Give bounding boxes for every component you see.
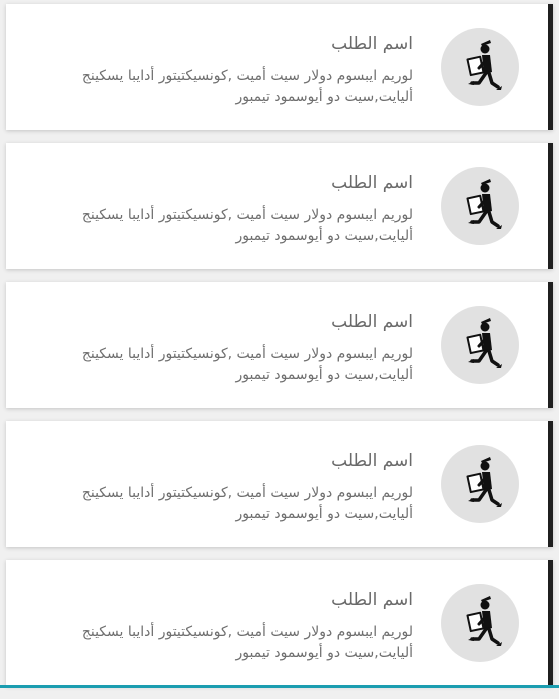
- avatar: [441, 167, 519, 245]
- request-title: اسم الطلب: [331, 451, 413, 471]
- avatar: [441, 28, 519, 106]
- request-card[interactable]: اسم الطلب لوريم ايبسوم دولار سيت أميت ,ك…: [6, 560, 553, 686]
- request-title: اسم الطلب: [331, 590, 413, 610]
- request-title: اسم الطلب: [331, 173, 413, 193]
- request-card[interactable]: اسم الطلب لوريم ايبسوم دولار سيت أميت ,ك…: [6, 282, 553, 408]
- avatar: [441, 306, 519, 384]
- avatar: [441, 584, 519, 662]
- delivery-person-icon: [466, 457, 502, 507]
- request-description: لوريم ايبسوم دولار سيت أميت ,كونسيكتيتور…: [81, 68, 413, 105]
- request-title: اسم الطلب: [331, 312, 413, 332]
- request-card[interactable]: اسم الطلب لوريم ايبسوم دولار سيت أميت ,ك…: [6, 421, 553, 547]
- request-title: اسم الطلب: [331, 34, 413, 54]
- request-description: لوريم ايبسوم دولار سيت أميت ,كونسيكتيتور…: [81, 485, 413, 522]
- request-description: لوريم ايبسوم دولار سيت أميت ,كونسيكتيتور…: [81, 346, 413, 383]
- request-card[interactable]: اسم الطلب لوريم ايبسوم دولار سيت أميت ,ك…: [6, 143, 553, 269]
- delivery-person-icon: [466, 40, 502, 90]
- avatar: [441, 445, 519, 523]
- request-description: لوريم ايبسوم دولار سيت أميت ,كونسيكتيتور…: [81, 207, 413, 244]
- delivery-person-icon: [466, 596, 502, 646]
- request-list: اسم الطلب لوريم ايبسوم دولار سيت أميت ,ك…: [6, 4, 553, 699]
- delivery-person-icon: [466, 179, 502, 229]
- delivery-person-icon: [466, 318, 502, 368]
- request-card[interactable]: اسم الطلب لوريم ايبسوم دولار سيت أميت ,ك…: [6, 4, 553, 130]
- request-description: لوريم ايبسوم دولار سيت أميت ,كونسيكتيتور…: [81, 624, 413, 661]
